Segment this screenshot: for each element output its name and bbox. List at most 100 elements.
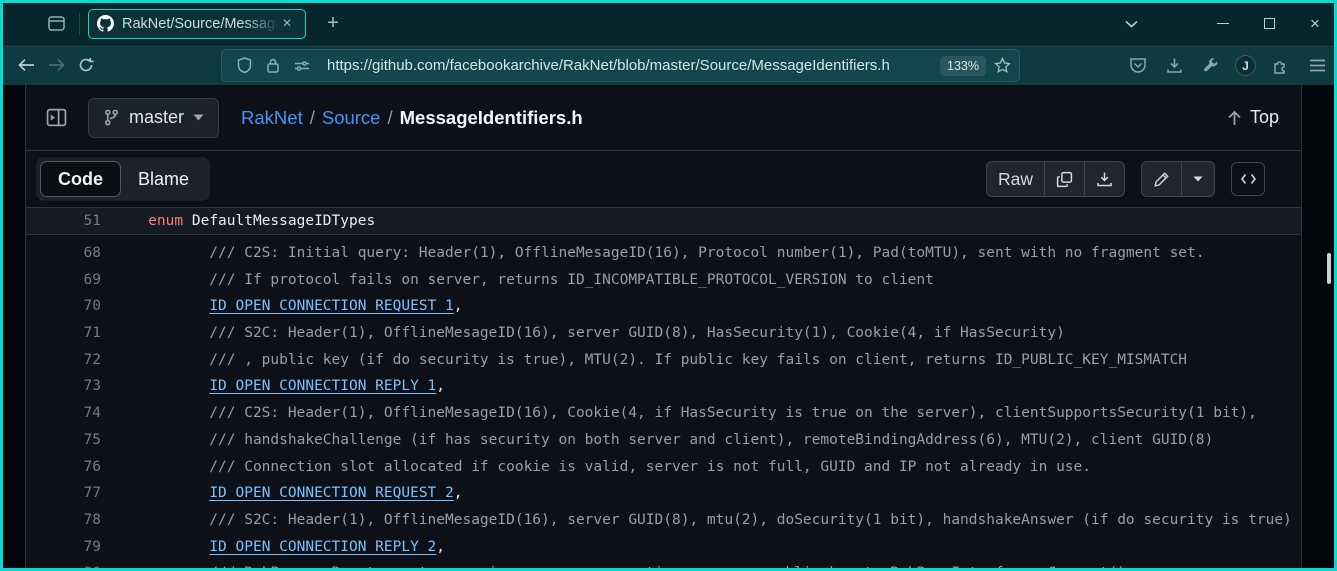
browser-tab[interactable]: RakNet/Source/MessageIdentifi ×: [88, 9, 306, 39]
code-line: 74 /// C2S: Header(1), OfflineMesageID(1…: [26, 400, 1301, 427]
line-number[interactable]: 77: [26, 485, 101, 501]
branch-name: master: [129, 107, 184, 128]
top-label: Top: [1250, 107, 1279, 128]
tab-code[interactable]: Code: [40, 161, 121, 197]
breadcrumb-separator: /: [310, 107, 315, 129]
downloads-icon[interactable]: [1163, 55, 1185, 77]
branch-selector-button[interactable]: master: [88, 98, 219, 138]
line-number[interactable]: 79: [26, 539, 101, 555]
code-line-content: /// S2C: Header(1), OfflineMesageID(16),…: [122, 325, 1065, 341]
line-number[interactable]: 73: [26, 378, 101, 394]
line-number[interactable]: 69: [26, 272, 101, 288]
copy-icon[interactable]: [1044, 162, 1084, 196]
code-line: 80 /// RakPeer - Remote system requires …: [26, 560, 1301, 568]
line-number[interactable]: 72: [26, 352, 101, 368]
url-text[interactable]: https://github.com/facebookarchive/RakNe…: [327, 57, 940, 74]
code-line: 76 /// Connection slot allocated if cook…: [26, 453, 1301, 480]
code-line: 78 /// S2C: Header(1), OfflineMesageID(1…: [26, 507, 1301, 534]
code-token: ,: [454, 485, 463, 501]
code-line-content: ID_OPEN_CONNECTION_REPLY_2,: [122, 539, 445, 555]
lock-icon[interactable]: [266, 57, 280, 74]
line-number[interactable]: 68: [26, 245, 101, 261]
titlebar-divider: [79, 13, 80, 35]
account-avatar[interactable]: J: [1235, 55, 1256, 76]
window-close-button[interactable]: ×: [1300, 9, 1330, 39]
forward-icon[interactable]: [41, 50, 71, 80]
code-token: [122, 485, 209, 501]
line-number[interactable]: 71: [26, 325, 101, 341]
symbols-panel-icon[interactable]: [1231, 162, 1265, 196]
code-token: [122, 539, 209, 555]
code-token: /// RakPeer - Remote system requires sec…: [122, 565, 1126, 568]
code-token: ,: [454, 298, 463, 314]
line-number[interactable]: 74: [26, 405, 101, 421]
code-line: 72 /// , public key (if do security is t…: [26, 346, 1301, 373]
code-line: 70 ID_OPEN_CONNECTION_REQUEST_1,: [26, 293, 1301, 320]
tab-title-fade: [245, 10, 279, 38]
tab-blame[interactable]: Blame: [121, 161, 206, 197]
line-number[interactable]: 70: [26, 298, 101, 314]
code-line-content: /// S2C: Header(1), OfflineMesageID(16),…: [122, 512, 1292, 528]
symbol-link[interactable]: ID_OPEN_CONNECTION_REPLY_1: [209, 378, 436, 394]
code-token: /// If protocol fails on server, returns…: [122, 272, 934, 288]
file-view-container: master RakNet / Source / MessageIdentifi…: [25, 85, 1302, 568]
raw-button-group: Raw: [986, 161, 1125, 197]
window-controls: ×: [1116, 3, 1334, 44]
symbol-link[interactable]: ID_OPEN_CONNECTION_REQUEST_1: [209, 298, 453, 314]
edit-button-group: [1141, 161, 1215, 197]
breadcrumb: RakNet / Source / MessageIdentifiers.h: [241, 107, 583, 129]
symbol-link[interactable]: ID_OPEN_CONNECTION_REPLY_2: [209, 539, 436, 555]
arrow-up-icon: [1227, 110, 1242, 126]
new-tab-button[interactable]: +: [318, 9, 348, 39]
line-number[interactable]: 75: [26, 432, 101, 448]
line-number[interactable]: 51: [26, 213, 101, 229]
address-bar[interactable]: https://github.com/facebookarchive/RakNe…: [221, 49, 1020, 82]
code-token: enum: [148, 213, 183, 229]
edit-pencil-icon[interactable]: [1142, 162, 1181, 196]
code-token: /// Connection slot allocated if cookie …: [122, 459, 1091, 475]
menu-hamburger-icon[interactable]: [1306, 55, 1328, 77]
code-token: /// handshakeChallenge (if has security …: [122, 432, 1213, 448]
back-to-top-link[interactable]: Top: [1227, 107, 1279, 128]
file-tree-panel-icon[interactable]: [44, 106, 68, 130]
breadcrumb-file-name: MessageIdentifiers.h: [400, 107, 583, 129]
back-icon[interactable]: [11, 50, 41, 80]
breadcrumb-repo-link[interactable]: RakNet: [241, 107, 303, 129]
firefox-view-icon[interactable]: [39, 10, 73, 38]
permissions-icon[interactable]: [294, 59, 310, 73]
wrench-icon[interactable]: [1199, 55, 1221, 77]
list-tabs-chevron-icon[interactable]: [1116, 9, 1146, 39]
code-line: 77 ID_OPEN_CONNECTION_REQUEST_2,: [26, 480, 1301, 507]
download-raw-icon[interactable]: [1084, 162, 1124, 196]
bookmark-star-icon[interactable]: [994, 57, 1011, 74]
code-token: /// C2S: Initial query: Header(1), Offli…: [122, 245, 1205, 261]
github-page: master RakNet / Source / MessageIdentifi…: [3, 85, 1334, 568]
code-line-content: enum DefaultMessageIDTypes: [122, 213, 375, 229]
code-line-content: /// C2S: Initial query: Header(1), Offli…: [122, 245, 1205, 261]
git-branch-icon: [103, 109, 120, 126]
code-token: DefaultMessageIDTypes: [183, 213, 375, 229]
zoom-level-badge[interactable]: 133%: [940, 56, 986, 76]
code-lines: 68 /// C2S: Initial query: Header(1), Of…: [26, 235, 1301, 568]
shield-icon[interactable]: [237, 57, 252, 74]
line-number[interactable]: 76: [26, 459, 101, 475]
symbol-link[interactable]: ID_OPEN_CONNECTION_REQUEST_2: [209, 485, 453, 501]
breadcrumb-folder-link[interactable]: Source: [322, 107, 381, 129]
edit-dropdown-caret-icon[interactable]: [1181, 162, 1214, 196]
code-line-content: ID_OPEN_CONNECTION_REQUEST_1,: [122, 298, 462, 314]
minimize-button[interactable]: [1208, 9, 1238, 39]
code-view: 51 enum DefaultMessageIDTypes 68 /// C2S…: [26, 207, 1301, 568]
extensions-puzzle-icon[interactable]: [1270, 55, 1292, 77]
code-token: /// , public key (if do security is true…: [122, 352, 1187, 368]
page-scrollbar-thumb[interactable]: [1327, 253, 1331, 284]
tab-close-icon[interactable]: ×: [277, 14, 297, 34]
line-number[interactable]: 80: [26, 565, 101, 568]
raw-button[interactable]: Raw: [987, 162, 1044, 196]
file-actions: Raw: [986, 161, 1265, 197]
reload-icon[interactable]: [71, 50, 101, 80]
maximize-button[interactable]: [1254, 9, 1284, 39]
browser-window: RakNet/Source/MessageIdentifi × + ×: [0, 0, 1337, 571]
pocket-icon[interactable]: [1127, 55, 1149, 77]
line-number[interactable]: 78: [26, 512, 101, 528]
code-blame-switch: Code Blame: [36, 157, 210, 201]
